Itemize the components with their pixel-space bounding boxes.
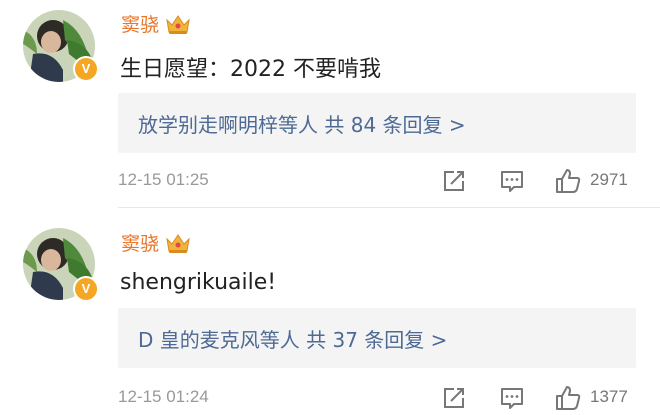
- comment-item: V 窦骁 生日愿望：2022 不要啃我 放学别走啊明梓等人 共 84 条回复 >…: [0, 0, 660, 208]
- comment-meta-row: 12-15 01:24 1377: [118, 382, 638, 414]
- replies-summary-box[interactable]: 放学别走啊明梓等人 共 84 条回复 >: [118, 93, 636, 153]
- comment-text: shengrikuaile!: [120, 270, 277, 295]
- replies-summary-box[interactable]: D 皇的麦克风等人 共 37 条回复 >: [118, 308, 636, 368]
- share-icon[interactable]: [440, 384, 468, 412]
- verified-v-icon: V: [73, 276, 99, 302]
- comment-reply-icon[interactable]: [498, 167, 526, 195]
- comment-divider: [118, 207, 660, 208]
- timestamp: 12-15 01:25: [118, 170, 209, 189]
- like-count: 2971: [590, 170, 628, 189]
- comment-item: V 窦骁 shengrikuaile! D 皇的麦克风等人 共 37 条回复 >…: [0, 212, 660, 415]
- username-text: 窦骁: [121, 14, 160, 36]
- replies-summary-link[interactable]: D 皇的麦克风等人 共 37 条回复 >: [138, 324, 447, 353]
- username[interactable]: 窦骁: [121, 10, 191, 37]
- share-icon[interactable]: [440, 167, 468, 195]
- replies-summary-link[interactable]: 放学别走啊明梓等人 共 84 条回复 >: [138, 109, 466, 138]
- crown-icon: [166, 233, 190, 253]
- comment-reply-icon[interactable]: [498, 384, 526, 412]
- username[interactable]: 窦骁: [121, 229, 191, 256]
- like-count: 1377: [590, 387, 628, 406]
- crown-icon: [166, 14, 190, 34]
- timestamp: 12-15 01:24: [118, 387, 209, 406]
- username-text: 窦骁: [121, 233, 160, 255]
- like-thumb-icon[interactable]: [554, 384, 582, 412]
- like-thumb-icon[interactable]: [554, 167, 582, 195]
- comment-meta-row: 12-15 01:25 2971: [118, 165, 638, 197]
- verified-v-icon: V: [73, 56, 99, 82]
- comment-text: 生日愿望：2022 不要啃我: [120, 57, 381, 82]
